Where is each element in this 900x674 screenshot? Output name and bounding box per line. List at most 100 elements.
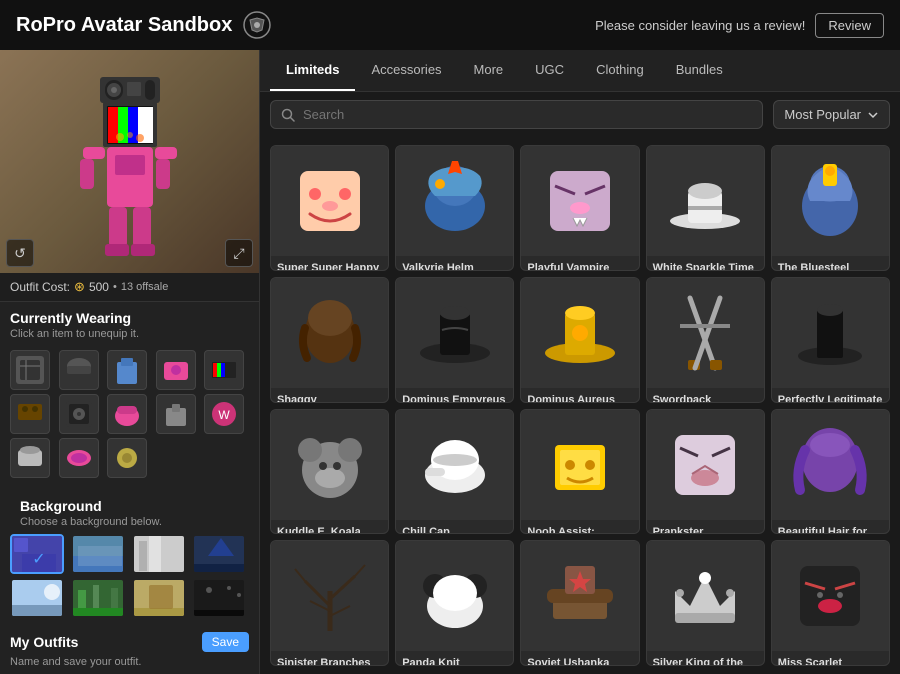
bg-item-4[interactable] [192,534,246,574]
offsale-count: 13 offsale [121,281,169,293]
item-card[interactable]: Swordpack ⊛1,450 [646,277,765,403]
item-info: Beautiful Hair for Beautiful ⊛4,997 [772,520,889,535]
item-name: Swordpack [653,393,758,403]
wearing-item-9[interactable] [156,394,196,434]
avatar-expand-button[interactable]: ⤢ [225,239,253,267]
bg-item-5[interactable] [10,578,64,618]
robux-icon: ⊛ [74,279,85,295]
item-info: Dominus Empyreus ⊛66,666,666 [396,388,513,403]
item-image [772,278,889,388]
item-name: Silver King of the Night [653,656,758,666]
currently-wearing-grid: W [0,346,259,486]
item-card[interactable]: Valkyrie Helm ⊛150,000 [395,145,514,271]
wearing-item-11[interactable] [10,438,50,478]
item-card[interactable]: Shaggy ⊛1,384 [270,277,389,403]
tab-limiteds[interactable]: Limiteds [270,50,355,91]
wearing-item-6[interactable] [10,394,50,434]
item-info: Swordpack ⊛1,450 [647,388,764,403]
left-panel: ↺ ⤢ Outfit Cost: ⊛ 500 • 13 offsale Curr… [0,50,260,674]
wearing-item-3[interactable] [107,350,147,390]
wearing-item-4[interactable] [156,350,196,390]
item-info: Soviet Ushanka [521,651,638,666]
item-card[interactable]: Beautiful Hair for Beautiful ⊛4,997 [771,409,890,535]
item-card[interactable]: Panda Knit ⊛1,428 [395,540,514,666]
bg-item-8[interactable] [192,578,246,618]
item-name: Miss Scarlet [778,656,883,666]
item-info: Valkyrie Helm ⊛150,000 [396,256,513,271]
item-card[interactable]: Chill Cap ⊛1,395 [395,409,514,535]
search-input[interactable] [303,107,752,122]
item-card[interactable]: Dominus Aureus ⊛2,249,999 [520,277,639,403]
item-image [396,146,513,256]
item-card[interactable]: White Sparkle Time Fedora ⊛1,370,000 [646,145,765,271]
item-image [521,410,638,520]
item-info: Miss Scarlet ⊛24,000 [772,651,889,666]
item-card[interactable]: Soviet Ushanka [520,540,639,666]
wearing-item-8[interactable] [107,394,147,434]
bg-item-1[interactable]: ✓ [10,534,64,574]
item-card[interactable]: Sinister Branches [270,540,389,666]
wearing-item-13[interactable] [107,438,147,478]
bg-item-3[interactable] [132,534,186,574]
item-image [647,410,764,520]
item-card[interactable]: The Bluesteel Bathelm ⊛9,100 [771,145,890,271]
tab-accessories[interactable]: Accessories [355,50,457,91]
item-name: Prankster [653,525,758,535]
search-icon [281,108,295,122]
item-name: Panda Knit [402,656,507,666]
wearing-item-1[interactable] [10,350,50,390]
tab-clothing[interactable]: Clothing [580,50,660,91]
bg-item-2[interactable] [71,534,125,574]
item-name: Valkyrie Helm [402,261,507,271]
review-button[interactable]: Review [815,13,884,38]
avatar-reset-button[interactable]: ↺ [6,239,34,267]
item-image [772,146,889,256]
wearing-item-5[interactable] [204,350,244,390]
item-image [772,410,889,520]
wearing-item-10[interactable]: W [204,394,244,434]
tab-more[interactable]: More [458,50,520,91]
item-card[interactable]: Noob Assist: Smores ⊛1,382 [520,409,639,535]
item-info: Prankster ⊛266,000 [647,520,764,535]
app-title: RoPro Avatar Sandbox [16,14,232,37]
save-outfit-button[interactable]: Save [202,632,249,652]
wearing-item-7[interactable] [59,394,99,434]
item-image [271,410,388,520]
item-name: Beautiful Hair for Beautiful [778,525,883,535]
avatar-preview: ↺ ⤢ [0,50,259,273]
item-info: Playful Vampire ⊛44,000 [521,256,638,271]
tab-ugc[interactable]: UGC [519,50,580,91]
item-info: Chill Cap ⊛1,395 [396,520,513,535]
item-card[interactable]: Prankster ⊛266,000 [646,409,765,535]
item-card[interactable]: Silver King of the Night [646,540,765,666]
tab-bundles[interactable]: Bundles [660,50,739,91]
item-card[interactable]: Kuddle E. Koala ⊛1,300 [270,409,389,535]
currently-wearing-section: Currently Wearing Click an item to unequ… [0,302,259,486]
wearing-item-12[interactable] [59,438,99,478]
sort-dropdown[interactable]: Most Popular [773,100,890,129]
avatar-figure [65,57,195,267]
item-image [396,541,513,651]
bg-item-7[interactable] [132,578,186,618]
item-name: White Sparkle Time Fedora [653,261,758,271]
bg-item-6[interactable] [71,578,125,618]
item-card[interactable]: Perfectly Legitimate ⊛6,699 [771,277,890,403]
item-info: Panda Knit ⊛1,428 [396,651,513,666]
item-image [396,410,513,520]
item-name: Chill Cap [402,525,507,535]
right-panel: Limiteds Accessories More UGC Clothing B… [260,50,900,674]
outfit-cost: Outfit Cost: ⊛ 500 • 13 offsale [0,273,259,302]
background-subtitle: Choose a background below. [10,516,249,534]
item-name: Kuddle E. Koala [277,525,382,535]
item-info: The Bluesteel Bathelm ⊛9,100 [772,256,889,271]
item-card[interactable]: Dominus Empyreus ⊛66,666,666 [395,277,514,403]
wearing-item-2[interactable] [59,350,99,390]
item-info: White Sparkle Time Fedora ⊛1,370,000 [647,256,764,271]
item-image [521,278,638,388]
my-outfits-subtitle: Name and save your outfit. [10,656,249,668]
item-card[interactable]: Playful Vampire ⊛44,000 [520,145,639,271]
item-name: The Bluesteel Bathelm [778,261,883,271]
item-card[interactable]: Miss Scarlet ⊛24,000 [771,540,890,666]
item-image [521,541,638,651]
item-card[interactable]: Super Super Happy Face ⊛80,000 [270,145,389,271]
